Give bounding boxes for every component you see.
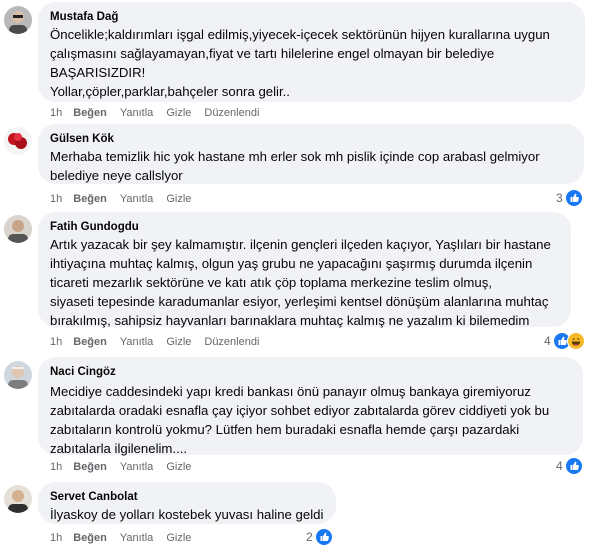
hide-button[interactable]: Gizle [166,192,191,206]
comment-actions: 1h Beğen Yanıtla Gizle [50,460,204,474]
comment-text: Öncelikle;kaldırımları işgal edilmiş,yiy… [50,27,550,99]
reaction-count: 2 [306,530,313,544]
comment-text: Artık yazacak bir şey kalmamıştır. ilçen… [50,237,551,328]
comment-bubble: Fatih Gundogdu Artık yazacak bir şey kal… [38,212,571,328]
laughing-face-icon [566,332,585,350]
comment-actions: 1h Beğen Yanıtla Gizle Düzenlendi [50,106,272,120]
reply-button[interactable]: Yanıtla [120,335,153,349]
edited-label[interactable]: Düzenlendi [204,106,259,120]
reply-button[interactable]: Yanıtla [120,192,153,206]
thumbs-up-icon [564,189,583,207]
like-button[interactable]: Beğen [73,335,107,349]
hide-button[interactable]: Gizle [166,106,191,120]
like-button[interactable]: Beğen [73,106,107,120]
comment-text: İlyaskoy de yolları kostebek yuvası hali… [50,507,324,522]
comment-actions: 1h Beğen Yanıtla Gizle [50,192,204,206]
reply-button[interactable]: Yanıtla [120,460,153,474]
reaction-summary[interactable]: 4 [556,457,583,475]
reaction-summary[interactable]: 3 [556,189,583,207]
comment-author[interactable]: Naci Cingöz [50,364,571,380]
comment-bubble: Naci Cingöz Mecidiye caddesindeki yapı k… [38,357,583,456]
like-button[interactable]: Beğen [73,192,107,206]
hide-button[interactable]: Gizle [166,460,191,474]
comment-actions: 1h Beğen Yanıtla Gizle Düzenlendi [50,335,272,349]
comment-timestamp[interactable]: 1h [50,335,62,349]
like-button[interactable]: Beğen [73,531,107,545]
thumbs-up-icon [564,457,583,475]
avatar[interactable] [4,485,32,513]
comment-author[interactable]: Mustafa Dağ [50,9,573,25]
comment-bubble: Servet Canbolat İlyaskoy de yolları kost… [38,482,336,524]
like-button[interactable]: Beğen [73,460,107,474]
comment-bubble: Mustafa Dağ Öncelikle;kaldırımları işgal… [38,2,585,102]
comment-text: Mecidiye caddesindeki yapı kredi bankası… [50,384,550,456]
comment-timestamp[interactable]: 1h [50,460,62,474]
avatar[interactable] [4,215,32,243]
reaction-count: 3 [556,191,563,205]
avatar[interactable] [4,127,32,155]
reaction-count: 4 [556,459,563,473]
thumbs-up-icon [314,528,333,546]
reaction-count: 4 [544,334,551,348]
comment-actions: 1h Beğen Yanıtla Gizle [50,531,204,545]
edited-label[interactable]: Düzenlendi [204,335,259,349]
comment-timestamp[interactable]: 1h [50,531,62,545]
comment-author[interactable]: Gülsen Kök [50,131,572,147]
reply-button[interactable]: Yanıtla [120,106,153,120]
comment-author[interactable]: Servet Canbolat [50,489,324,505]
comment-timestamp[interactable]: 1h [50,106,62,120]
hide-button[interactable]: Gizle [166,531,191,545]
comment-bubble: Gülsen Kök Merhaba temizlik hic yok hast… [38,124,584,184]
comment-author[interactable]: Fatih Gundogdu [50,219,559,235]
comment-text: Merhaba temizlik hic yok hastane mh erle… [50,149,540,183]
avatar[interactable] [4,361,32,389]
hide-button[interactable]: Gizle [166,335,191,349]
comment-timestamp[interactable]: 1h [50,192,62,206]
reply-button[interactable]: Yanıtla [120,531,153,545]
reaction-summary[interactable]: 2 [306,528,333,546]
reaction-summary[interactable]: 4 [544,332,585,350]
avatar[interactable] [4,6,32,34]
